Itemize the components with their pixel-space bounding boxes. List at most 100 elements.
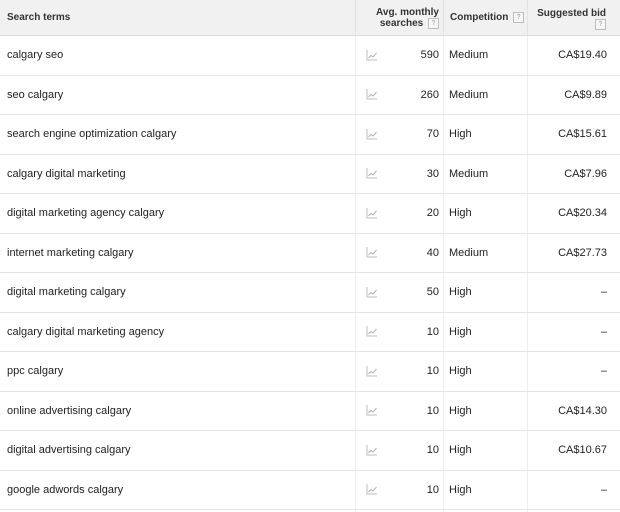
competition-cell: High [449,404,472,417]
table-header: Search terms Avg. monthly searches ? Com… [0,0,620,36]
trend-chart-icon [366,207,377,219]
trend-chart-button[interactable] [355,273,389,312]
suggested-bid-cell: CA$14.30 [558,404,607,417]
suggested-bid-cell: – [600,286,607,299]
suggested-bid-cell: CA$20.34 [558,207,607,220]
competition-cell: Medium [449,88,489,101]
search-term-cell: online advertising calgary [7,404,132,417]
suggested-bid-cell: CA$15.61 [558,128,607,141]
header-avg-line1: Avg. monthly [376,7,439,18]
trend-chart-icon [366,484,377,495]
search-term-cell: calgary seo [7,49,64,62]
search-term-cell: digital marketing agency calgary [7,207,165,220]
search-term-cell: digital advertising calgary [7,444,131,457]
trend-chart-icon [366,49,377,61]
trend-chart-icon [366,168,377,179]
search-term-cell: internet marketing calgary [7,246,134,259]
competition-cell: High [449,365,472,378]
competition-cell: High [449,286,472,299]
trend-chart-icon [366,89,377,100]
trend-chart-icon [366,326,377,337]
competition-cell: High [449,207,472,220]
avg-monthly-searches-cell: 10 [426,404,439,417]
header-bid-label: Suggested bid [537,8,606,19]
avg-monthly-searches-cell: 10 [426,325,439,338]
header-competition-label: Competition [450,12,509,24]
suggested-bid-cell: CA$19.40 [558,49,607,62]
header-bid-help-wrap: ? [528,19,606,30]
competition-cell: Medium [449,167,489,180]
table-row: calgary seo 590 Medium CA$19.40 [0,36,620,76]
avg-monthly-searches-cell: 40 [426,246,439,259]
header-search-terms[interactable]: Search terms [0,0,355,36]
table-row: ppc calgary 10 High – [0,352,620,392]
competition-cell: High [449,444,472,457]
suggested-bid-cell: CA$10.67 [558,444,607,457]
search-term-cell: google adwords calgary [7,483,124,496]
table-row: digital advertising calgary 10 High CA$1… [0,431,620,471]
trend-chart-icon [366,286,377,298]
avg-monthly-searches-cell: 30 [426,167,439,180]
avg-monthly-searches-cell: 10 [426,365,439,378]
search-term-cell: calgary digital marketing [7,167,126,180]
suggested-bid-cell: – [600,365,607,378]
avg-monthly-searches-cell: 10 [426,444,439,457]
header-suggested-bid[interactable]: Suggested bid ? [527,0,620,36]
trend-chart-icon [366,365,377,377]
search-term-cell: seo calgary [7,88,64,101]
help-icon[interactable]: ? [428,18,439,29]
header-avg-line2-text: searches [379,18,424,30]
header-search-terms-label: Search terms [7,12,71,23]
suggested-bid-cell: CA$27.73 [558,246,607,259]
table-row: calgary digital marketing agency 10 High… [0,313,620,352]
trend-chart-button[interactable] [355,115,389,154]
suggested-bid-cell: – [600,483,607,496]
competition-cell: High [449,483,472,496]
competition-cell: High [449,325,472,338]
suggested-bid-cell: – [600,325,607,338]
competition-cell: High [449,128,472,141]
trend-chart-button[interactable] [355,431,389,470]
table-row: google adwords calgary 10 High – [0,471,620,510]
trend-chart-button[interactable] [355,194,389,233]
trend-chart-button[interactable] [355,234,389,273]
trend-chart-button[interactable] [355,76,389,115]
help-icon[interactable]: ? [513,12,525,23]
trend-chart-icon [366,444,377,456]
search-term-cell: search engine optimization calgary [7,128,177,141]
avg-monthly-searches-cell: 590 [420,49,439,62]
table-row: internet marketing calgary 40 Medium CA$… [0,234,620,273]
avg-monthly-searches-cell: 20 [426,207,439,220]
trend-chart-icon [366,405,377,416]
trend-chart-button[interactable] [355,352,389,391]
trend-chart-button[interactable] [355,392,389,431]
help-icon[interactable]: ? [595,19,606,30]
header-avg-monthly-searches[interactable]: Avg. monthly searches ? [355,0,443,36]
keyword-ideas-table: Search terms Avg. monthly searches ? Com… [0,0,620,512]
search-term-cell: ppc calgary [7,365,64,378]
competition-cell: Medium [449,246,489,259]
table-row: seo calgary 260 Medium CA$9.89 [0,76,620,115]
avg-monthly-searches-cell: 50 [426,286,439,299]
search-term-cell: digital marketing calgary [7,286,126,299]
search-term-cell: calgary digital marketing agency [7,325,165,338]
trend-chart-button[interactable] [355,36,389,75]
trend-chart-button[interactable] [355,471,389,510]
trend-chart-icon [366,128,377,140]
competition-cell: Medium [449,49,489,62]
avg-monthly-searches-cell: 10 [426,483,439,496]
trend-chart-icon [366,247,377,258]
table-row: digital marketing calgary 50 High – [0,273,620,313]
avg-monthly-searches-cell: 260 [420,88,439,101]
header-avg-line2: searches ? [356,18,439,29]
table-row: search engine optimization calgary 70 Hi… [0,115,620,155]
header-competition[interactable]: Competition ? [443,0,527,36]
table-row: digital marketing agency calgary 20 High… [0,194,620,234]
table-row: calgary digital marketing 30 Medium CA$7… [0,155,620,194]
suggested-bid-cell: CA$9.89 [564,88,607,101]
table-row: online advertising calgary 10 High CA$14… [0,392,620,431]
trend-chart-button[interactable] [355,155,389,194]
trend-chart-button[interactable] [355,313,389,352]
suggested-bid-cell: CA$7.96 [564,167,607,180]
avg-monthly-searches-cell: 70 [426,128,439,141]
